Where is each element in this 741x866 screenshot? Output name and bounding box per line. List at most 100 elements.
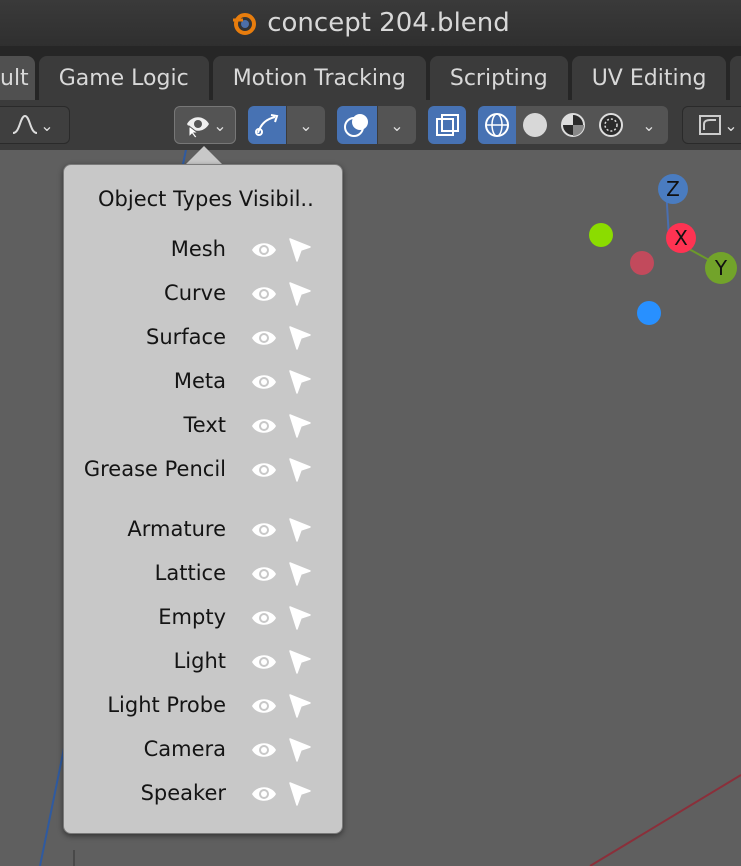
visibility-row-surface: Surface <box>64 317 342 361</box>
shading-rendered-button[interactable] <box>592 106 630 144</box>
chevron-down-icon: ⌄ <box>299 115 313 135</box>
eye-icon[interactable] <box>250 783 278 805</box>
material-sphere-icon <box>561 113 585 137</box>
eye-icon[interactable] <box>250 563 278 585</box>
gizmo-z-axis[interactable]: Z <box>658 174 688 204</box>
object-type-label: Speaker <box>140 781 226 805</box>
overlays-toggle-button[interactable] <box>337 106 377 144</box>
object-type-label: Surface <box>145 325 226 349</box>
tab-label: Motion Tracking <box>232 65 406 91</box>
select-arrow-icon[interactable] <box>288 413 312 439</box>
eye-icon[interactable] <box>250 239 278 261</box>
object-type-label: Text <box>183 413 226 437</box>
object-type-label: Camera <box>143 737 226 761</box>
rendered-sphere-icon <box>599 113 623 137</box>
select-arrow-icon[interactable] <box>288 649 312 675</box>
gizmo-neg-y-axis[interactable] <box>589 223 613 247</box>
overlays-icon <box>344 114 368 137</box>
visibility-row-speaker: Speaker <box>64 773 342 817</box>
select-arrow-icon[interactable] <box>288 457 312 483</box>
eye-icon[interactable] <box>250 739 278 761</box>
eye-icon[interactable] <box>250 695 278 717</box>
gizmo-toggle-button[interactable] <box>248 106 286 144</box>
chevron-down-icon: ⌄ <box>642 115 656 135</box>
object-type-label: Empty <box>158 605 226 629</box>
select-arrow-icon[interactable] <box>288 781 312 807</box>
tab-motion-tracking[interactable]: Motion Tracking <box>212 56 426 100</box>
object-types-visibility-popover: Object Types Visibil.. Mesh Curve Surface M… <box>63 164 343 834</box>
shading-dropdown[interactable]: ⌄ <box>630 106 668 144</box>
editor-type-icon <box>699 115 722 135</box>
gizmo-y-label: Y <box>714 256 728 280</box>
gizmo-y-axis[interactable]: Y <box>705 252 737 284</box>
object-type-label: Meta <box>173 369 226 393</box>
xray-toggle-button[interactable] <box>428 106 466 144</box>
falloff-curve-icon <box>13 114 38 134</box>
object-type-label: Grease Pencil <box>83 457 226 481</box>
workspace-tabs: ult Game Logic Motion Tracking Scripting… <box>0 46 741 100</box>
select-arrow-icon[interactable] <box>288 517 312 543</box>
select-arrow-icon[interactable] <box>288 325 312 351</box>
chevron-down-icon: ⌄ <box>40 115 54 135</box>
visibility-row-lattice: Lattice <box>64 553 342 597</box>
gizmo-dropdown[interactable]: ⌄ <box>287 106 325 144</box>
tab-scripting[interactable]: Scripting <box>429 56 568 100</box>
overlays-dropdown[interactable]: ⌄ <box>378 106 416 144</box>
visibility-row-empty: Empty <box>64 597 342 641</box>
gizmo-icon <box>255 114 279 136</box>
popover-title: Object Types Visibil.. <box>98 187 314 211</box>
eye-icon[interactable] <box>250 327 278 349</box>
visibility-row-meta: Meta <box>64 361 342 405</box>
eye-icon[interactable] <box>250 459 278 481</box>
shading-solid-button[interactable] <box>516 106 554 144</box>
chevron-down-icon: ⌄ <box>724 115 738 135</box>
tab-label: Game Logic <box>58 65 189 91</box>
select-arrow-icon[interactable] <box>288 369 312 395</box>
eye-icon[interactable] <box>250 283 278 305</box>
window-title: concept 204.blend <box>267 8 510 38</box>
eye-select-icon <box>187 117 210 138</box>
gizmo-x-label: X <box>674 226 688 250</box>
tab-game-logic[interactable]: Game Logic <box>38 56 209 100</box>
eye-icon[interactable] <box>250 651 278 673</box>
eye-icon[interactable] <box>250 519 278 541</box>
gizmo-neg-x-axis[interactable] <box>630 251 654 275</box>
select-arrow-icon[interactable] <box>288 281 312 307</box>
object-type-label: Lattice <box>154 561 226 585</box>
title-bar: concept 204.blend <box>0 0 741 47</box>
select-arrow-icon[interactable] <box>288 693 312 719</box>
editor-menu-button[interactable]: ⌄ <box>682 106 741 144</box>
solid-sphere-icon <box>523 113 547 137</box>
select-arrow-icon[interactable] <box>288 561 312 587</box>
tab-label: Scripting <box>449 65 548 91</box>
select-arrow-icon[interactable] <box>288 605 312 631</box>
tab-uv-editing[interactable]: UV Editing <box>571 56 727 100</box>
select-arrow-icon[interactable] <box>288 237 312 263</box>
gizmo-x-axis[interactable]: X <box>666 223 696 253</box>
object-visibility-button[interactable]: ⌄ <box>174 106 236 144</box>
blender-logo-icon <box>231 10 257 36</box>
visibility-row-text: Text <box>64 405 342 449</box>
tab-label: ult <box>0 65 29 91</box>
eye-icon[interactable] <box>250 371 278 393</box>
select-arrow-icon[interactable] <box>288 737 312 763</box>
tab-overflow[interactable]: Vi <box>730 56 741 100</box>
xray-icon <box>436 114 459 136</box>
gizmo-neg-z-axis[interactable] <box>637 301 661 325</box>
object-type-label: Light <box>173 649 226 673</box>
eye-icon[interactable] <box>250 607 278 629</box>
visibility-row-light-probe: Light Probe <box>64 685 342 729</box>
object-type-label: Armature <box>127 517 226 541</box>
shading-material-button[interactable] <box>554 106 592 144</box>
object-type-label: Curve <box>164 281 226 305</box>
chevron-down-icon: ⌄ <box>213 115 227 135</box>
object-type-label: Mesh <box>170 237 226 261</box>
falloff-dropdown[interactable]: ⌄ <box>0 106 70 144</box>
tab-layout[interactable]: ult <box>0 56 35 100</box>
eye-icon[interactable] <box>250 415 278 437</box>
shading-wireframe-button[interactable] <box>478 106 516 144</box>
visibility-row-camera: Camera <box>64 729 342 773</box>
gizmo-z-label: Z <box>666 177 680 201</box>
visibility-row-light: Light <box>64 641 342 685</box>
visibility-row-armature: Armature <box>64 509 342 553</box>
